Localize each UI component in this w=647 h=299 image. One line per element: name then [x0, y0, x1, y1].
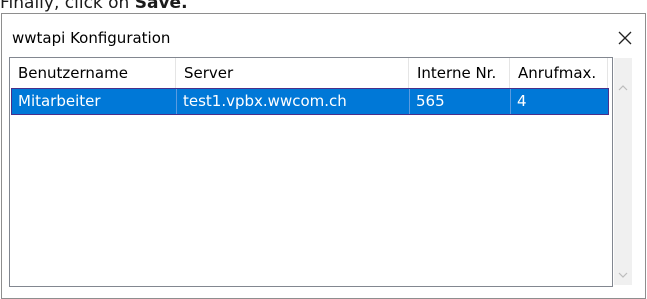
table-row[interactable]: Mitarbeiter test1.vpbx.wwcom.ch 565 4 — [11, 88, 609, 115]
cell-benutzername: Mitarbeiter — [12, 89, 177, 114]
instruction-action: Save. — [134, 0, 188, 13]
column-header-anrufmax[interactable]: Anrufmax. — [510, 58, 608, 88]
title-bar: wwtapi Konfiguration — [2, 14, 645, 63]
chevron-up-icon[interactable] — [617, 82, 629, 94]
column-header-benutzername[interactable]: Benutzername — [10, 58, 176, 88]
column-header-server[interactable]: Server — [176, 58, 409, 88]
instruction-text: Finally, click on Save. — [0, 0, 400, 14]
window-title: wwtapi Konfiguration — [12, 29, 171, 47]
close-icon — [618, 31, 632, 45]
cell-anrufmax: 4 — [517, 92, 527, 110]
cell-server: test1.vpbx.wwcom.ch — [177, 89, 410, 114]
vertical-scrollbar[interactable] — [614, 58, 632, 285]
instruction-prefix: Finally, click on — [0, 0, 135, 13]
close-button[interactable] — [613, 26, 637, 50]
cell-interne-nr: 565 — [410, 89, 511, 114]
list-header: Benutzername Server Interne Nr. Anrufmax… — [10, 58, 608, 88]
column-header-interne-nr[interactable]: Interne Nr. — [409, 58, 510, 88]
chevron-down-icon[interactable] — [617, 269, 629, 281]
